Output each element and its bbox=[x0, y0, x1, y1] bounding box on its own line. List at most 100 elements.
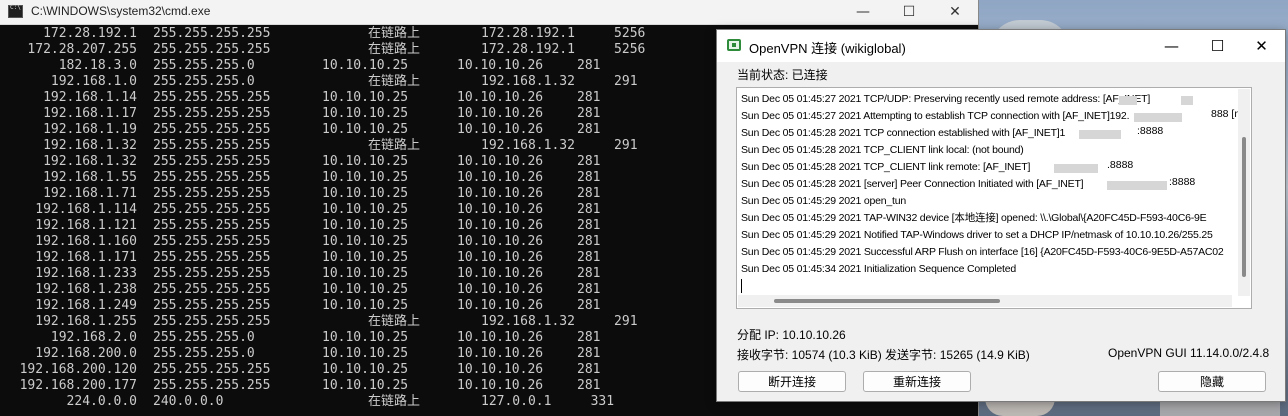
route-destination: 192.168.1.14 bbox=[43, 90, 137, 105]
hide-button[interactable]: 隐藏 bbox=[1158, 371, 1266, 392]
route-destination: 192.168.1.171 bbox=[35, 250, 137, 265]
route-netmask: 255.255.255.255 bbox=[153, 42, 271, 57]
route-netmask: 255.255.255.255 bbox=[153, 378, 271, 393]
disconnect-button[interactable]: 断开连接 bbox=[738, 371, 846, 392]
reconnect-button[interactable]: 重新连接 bbox=[863, 371, 971, 392]
route-metric: 192.168.1.32 291 bbox=[481, 74, 638, 89]
log-horizontal-scrollbar[interactable] bbox=[738, 295, 1232, 307]
openvpn-icon bbox=[727, 39, 741, 51]
cmd-titlebar[interactable]: C:\WINDOWS\system32\cmd.exe — ☐ ✕ bbox=[0, 0, 978, 25]
redaction-mark bbox=[1181, 96, 1193, 105]
route-gateway: 10.10.10.25 bbox=[322, 122, 409, 137]
route-netmask: 255.255.255.255 bbox=[153, 138, 271, 153]
route-netmask: 255.255.255.0 bbox=[153, 58, 255, 73]
route-interface: 在链路上 bbox=[368, 42, 421, 57]
route-destination: 192.168.1.17 bbox=[43, 106, 137, 121]
route-destination: 192.168.1.249 bbox=[35, 298, 137, 313]
route-metric: 281 bbox=[577, 154, 601, 169]
log-textbox[interactable]: Sun Dec 05 01:45:27 2021 TCP/UDP: Preser… bbox=[736, 87, 1252, 309]
route-metric: 172.28.192.1 5256 bbox=[481, 42, 646, 57]
route-interface: 10.10.10.26 bbox=[457, 186, 544, 201]
route-metric: 281 bbox=[577, 122, 601, 137]
route-metric: 127.0.0.1 331 bbox=[481, 394, 615, 409]
log-line: Sun Dec 05 01:45:29 2021 open_tun bbox=[741, 195, 907, 207]
redaction-mark bbox=[1134, 113, 1182, 122]
route-gateway: 10.10.10.25 bbox=[322, 218, 409, 233]
minimize-button[interactable]: — bbox=[1149, 30, 1194, 62]
maximize-button[interactable]: ☐ bbox=[886, 0, 932, 24]
route-metric: 281 bbox=[577, 218, 601, 233]
log-line: Sun Dec 05 01:45:34 2021 Initialization … bbox=[741, 263, 1017, 275]
route-metric: 281 bbox=[577, 282, 601, 297]
close-button[interactable]: ✕ bbox=[932, 0, 978, 24]
route-interface: 10.10.10.26 bbox=[457, 218, 544, 233]
route-gateway: 10.10.10.25 bbox=[322, 154, 409, 169]
log-line: Sun Dec 05 01:45:28 2021 TCP_CLIENT link… bbox=[741, 161, 1031, 173]
scrollbar-thumb[interactable] bbox=[1242, 137, 1246, 277]
route-interface: 10.10.10.26 bbox=[457, 202, 544, 217]
route-netmask: 255.255.255.255 bbox=[153, 170, 271, 185]
openvpn-dialog[interactable]: OpenVPN 连接 (wikiglobal) — ☐ ✕ 当前状态: 已连接 … bbox=[716, 29, 1286, 402]
route-destination: 192.168.1.0 bbox=[50, 74, 137, 89]
route-destination: 192.168.1.255 bbox=[35, 314, 137, 329]
route-netmask: 255.255.255.255 bbox=[153, 282, 271, 297]
route-gateway: 10.10.10.25 bbox=[322, 266, 409, 281]
route-gateway: 10.10.10.25 bbox=[322, 186, 409, 201]
route-metric: 281 bbox=[577, 346, 601, 361]
route-interface: 10.10.10.26 bbox=[457, 122, 544, 137]
openvpn-titlebar[interactable]: OpenVPN 连接 (wikiglobal) — ☐ ✕ bbox=[717, 30, 1285, 62]
route-gateway: 10.10.10.25 bbox=[322, 282, 409, 297]
route-netmask: 255.255.255.255 bbox=[153, 26, 271, 41]
route-destination: 192.168.200.177 bbox=[19, 378, 137, 393]
route-gateway: 10.10.10.25 bbox=[322, 346, 409, 361]
cmd-window-title: C:\WINDOWS\system32\cmd.exe bbox=[31, 4, 211, 18]
route-interface: 10.10.10.26 bbox=[457, 378, 544, 393]
route-netmask: 240.0.0.0 bbox=[153, 394, 224, 409]
route-destination: 192.168.1.114 bbox=[35, 202, 137, 217]
route-netmask: 255.255.255.0 bbox=[153, 346, 255, 361]
text-caret bbox=[741, 279, 742, 293]
maximize-button[interactable]: ☐ bbox=[1195, 30, 1240, 62]
route-netmask: 255.255.255.255 bbox=[153, 314, 271, 329]
log-line: Sun Dec 05 01:45:27 2021 TCP/UDP: Preser… bbox=[741, 93, 1151, 105]
route-destination: 192.168.1.233 bbox=[35, 266, 137, 281]
route-interface: 10.10.10.26 bbox=[457, 250, 544, 265]
redaction-mark bbox=[1119, 96, 1137, 105]
route-destination: 192.168.200.0 bbox=[35, 346, 137, 361]
minimize-button[interactable]: — bbox=[840, 0, 886, 24]
route-netmask: 255.255.255.255 bbox=[153, 266, 271, 281]
route-interface: 在链路上 bbox=[368, 138, 421, 153]
route-interface: 10.10.10.26 bbox=[457, 90, 544, 105]
route-netmask: 255.255.255.255 bbox=[153, 202, 271, 217]
route-metric: 281 bbox=[577, 250, 601, 265]
route-gateway: 10.10.10.25 bbox=[322, 58, 409, 73]
route-metric: 192.168.1.32 291 bbox=[481, 138, 638, 153]
route-metric: 172.28.192.1 5256 bbox=[481, 26, 646, 41]
route-destination: 192.168.1.55 bbox=[43, 170, 137, 185]
route-destination: 192.168.1.238 bbox=[35, 282, 137, 297]
route-metric: 192.168.1.32 291 bbox=[481, 314, 638, 329]
route-interface: 10.10.10.26 bbox=[457, 298, 544, 313]
gui-version: OpenVPN GUI 11.14.0.0/2.4.8 bbox=[1108, 346, 1270, 360]
route-destination: 192.168.1.160 bbox=[35, 234, 137, 249]
route-metric: 281 bbox=[577, 378, 601, 393]
log-vertical-scrollbar[interactable] bbox=[1238, 89, 1250, 296]
route-gateway: 10.10.10.25 bbox=[322, 362, 409, 377]
route-netmask: 255.255.255.255 bbox=[153, 186, 271, 201]
route-interface: 10.10.10.26 bbox=[457, 58, 544, 73]
close-button[interactable]: ✕ bbox=[1239, 30, 1284, 62]
scrollbar-thumb[interactable] bbox=[774, 299, 1000, 303]
route-interface: 在链路上 bbox=[368, 394, 421, 409]
route-gateway: 10.10.10.25 bbox=[322, 234, 409, 249]
route-metric: 281 bbox=[577, 202, 601, 217]
route-gateway: 10.10.10.25 bbox=[322, 378, 409, 393]
route-destination: 192.168.200.120 bbox=[19, 362, 137, 377]
route-netmask: 255.255.255.255 bbox=[153, 90, 271, 105]
route-interface: 10.10.10.26 bbox=[457, 362, 544, 377]
route-interface: 10.10.10.26 bbox=[457, 234, 544, 249]
assigned-ip: 分配 IP: 10.10.10.26 bbox=[737, 328, 846, 342]
route-metric: 281 bbox=[577, 330, 601, 345]
route-metric: 281 bbox=[577, 266, 601, 281]
route-netmask: 255.255.255.255 bbox=[153, 154, 271, 169]
redaction-mark bbox=[1107, 181, 1167, 190]
